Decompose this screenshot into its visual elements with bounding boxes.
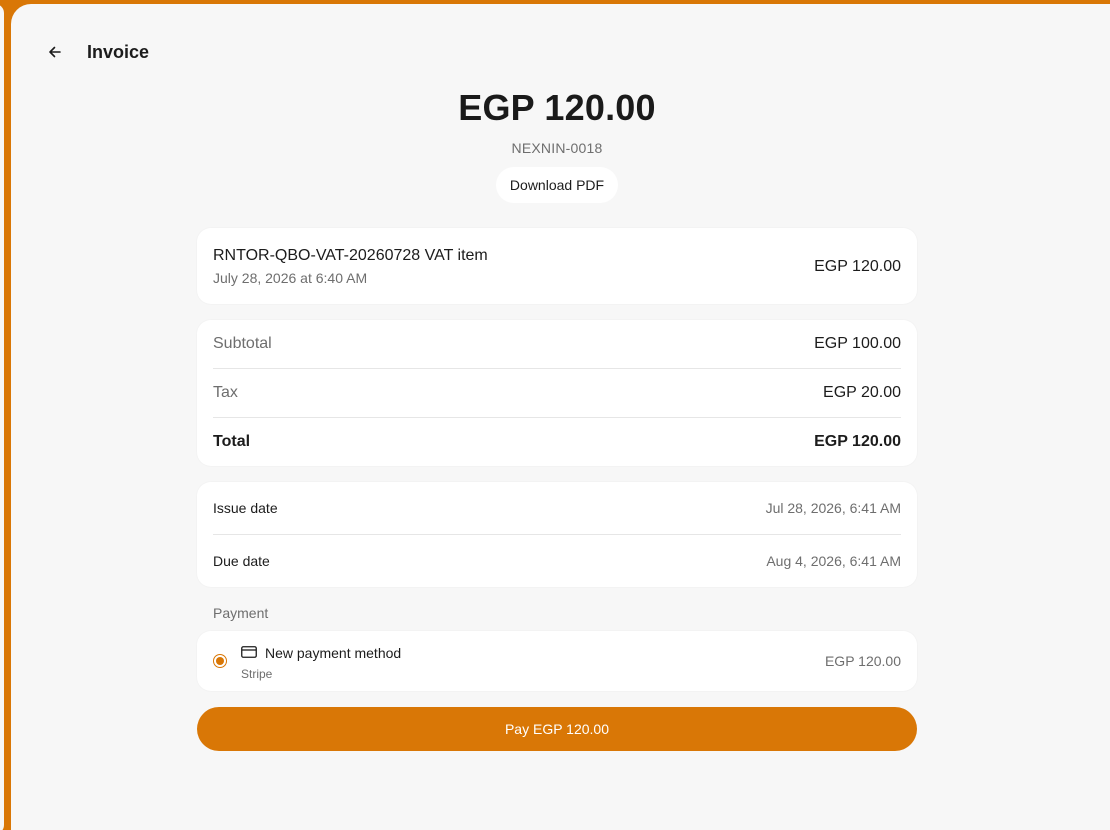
page-header: Invoice xyxy=(47,36,149,68)
due-date-value: Aug 4, 2026, 6:41 AM xyxy=(766,553,901,569)
line-item-date: July 28, 2026 at 6:40 AM xyxy=(213,270,368,286)
subtotal-value: EGP 100.00 xyxy=(814,335,901,352)
payment-section-label: Payment xyxy=(213,605,269,621)
line-item-title: RNTOR-QBO-VAT-20260728 VAT item xyxy=(213,247,488,264)
back-button[interactable] xyxy=(47,44,63,60)
issue-date-value: Jul 28, 2026, 6:41 AM xyxy=(765,500,901,516)
total-value: EGP 120.00 xyxy=(814,433,901,450)
tax-row: Tax EGP 20.00 xyxy=(213,369,901,417)
subtotal-row: Subtotal EGP 100.00 xyxy=(213,320,901,368)
invoice-sheet: Invoice EGP 120.00 NEXNIN-0018 Download … xyxy=(11,4,1110,830)
payment-method-radio[interactable] xyxy=(213,654,227,668)
page-title: Invoice xyxy=(87,41,150,62)
due-date-label: Due date xyxy=(213,553,270,569)
total-label: Total xyxy=(213,433,251,450)
invoice-summary: EGP 120.00 NEXNIN-0018 xyxy=(11,87,1103,157)
payment-method-name: New payment method xyxy=(265,645,402,661)
payment-method-amount: EGP 120.00 xyxy=(824,653,901,669)
issue-date-row: Issue date Jul 28, 2026, 6:41 AM xyxy=(213,482,901,534)
invoice-amount: EGP 120.00 xyxy=(458,87,656,128)
total-row: Total EGP 120.00 xyxy=(213,418,901,466)
payment-provider: Stripe xyxy=(241,667,273,681)
subtotal-label: Subtotal xyxy=(213,335,272,352)
line-item-amount: EGP 120.00 xyxy=(814,258,901,275)
invoice-number: NEXNIN-0018 xyxy=(511,140,603,156)
radio-selected-dot xyxy=(216,657,224,665)
download-pdf-button[interactable]: Download PDF xyxy=(496,167,618,203)
line-item-card: RNTOR-QBO-VAT-20260728 VAT item July 28,… xyxy=(197,228,917,304)
payment-method-option[interactable]: New payment method Stripe EGP 120.00 xyxy=(197,631,917,691)
issue-date-label: Issue date xyxy=(213,500,278,516)
pay-button[interactable]: Pay EGP 120.00 xyxy=(197,707,917,751)
tax-label: Tax xyxy=(213,384,238,401)
arrow-left-icon xyxy=(49,46,61,58)
due-date-row: Due date Aug 4, 2026, 6:41 AM xyxy=(213,535,901,587)
left-edge-curve xyxy=(0,4,4,830)
app-frame: Invoice EGP 120.00 NEXNIN-0018 Download … xyxy=(0,0,1110,830)
totals-card: Subtotal EGP 100.00 Tax EGP 20.00 Total … xyxy=(197,320,917,466)
tax-value: EGP 20.00 xyxy=(823,384,901,401)
dates-card: Issue date Jul 28, 2026, 6:41 AM Due dat… xyxy=(197,482,917,587)
credit-card-icon xyxy=(241,646,257,658)
